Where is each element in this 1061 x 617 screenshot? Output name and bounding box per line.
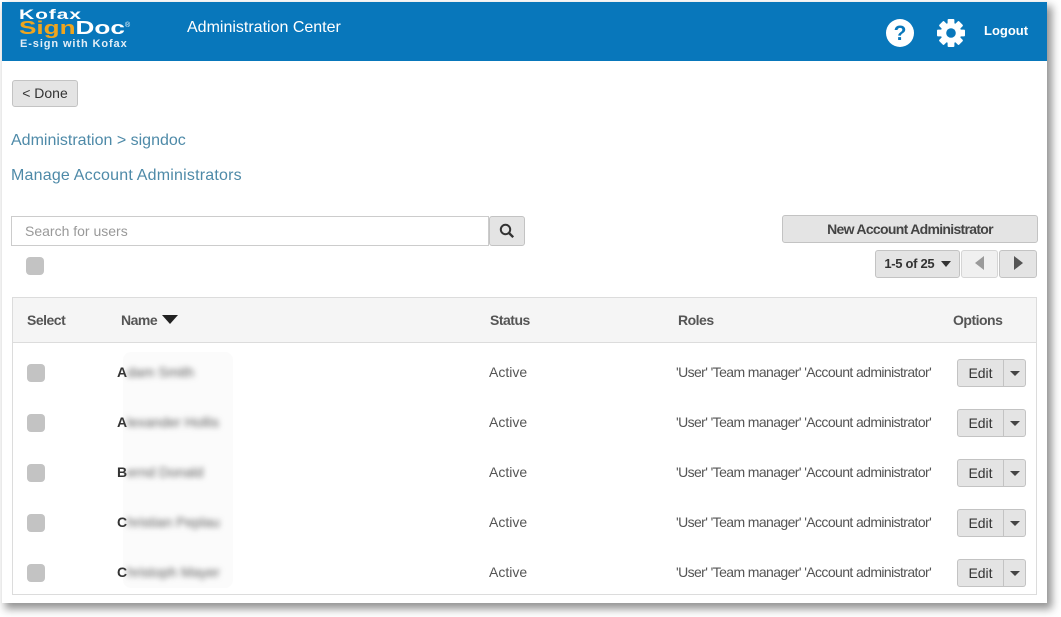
svg-text:?: ? <box>894 22 907 45</box>
